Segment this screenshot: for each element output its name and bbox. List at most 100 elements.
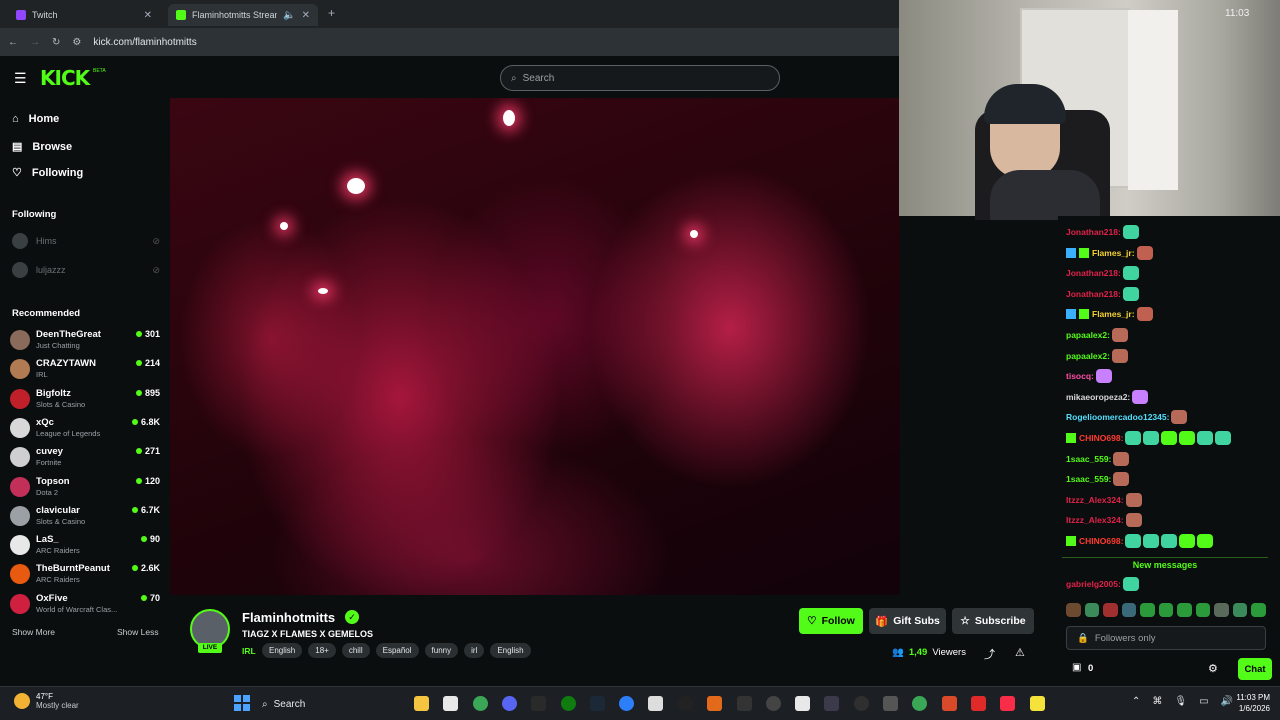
network-icon[interactable]: ⌘: [1152, 696, 1162, 707]
send-chat-button[interactable]: Chat: [1238, 658, 1272, 680]
following-item[interactable]: Hims ⊘: [12, 233, 160, 249]
channel-name[interactable]: Flaminhotmitts: [242, 610, 335, 625]
emote-icon[interactable]: [1084, 603, 1100, 617]
stream-tag[interactable]: English: [262, 643, 303, 658]
app-icon[interactable]: [883, 696, 898, 711]
chat-username[interactable]: CHINO698:: [1079, 536, 1123, 546]
chat-username[interactable]: Itzzz_Alex324:: [1066, 495, 1124, 505]
chat-username[interactable]: Flames_jr:: [1092, 309, 1135, 319]
xbox-icon[interactable]: [561, 696, 576, 711]
browser-tab-kick[interactable]: Flaminhotmitts Stream - W 🔈 ✕: [168, 4, 318, 26]
close-tab-icon[interactable]: ✕: [302, 10, 310, 21]
recommended-channel[interactable]: clavicular Slots & Casino 6.7K: [10, 502, 160, 530]
emote-icon[interactable]: [1214, 603, 1229, 617]
recommended-channel[interactable]: xQc League of Legends 6.8K: [10, 414, 160, 442]
chat-username[interactable]: Jonathan218:: [1066, 289, 1121, 299]
weather-widget[interactable]: 47°F Mostly clear: [14, 692, 79, 710]
emote-icon[interactable]: [1232, 603, 1248, 617]
taskbar-clock[interactable]: 11:03 PM 1/6/2026: [1218, 692, 1270, 714]
app-icon[interactable]: [707, 696, 722, 711]
chat-username[interactable]: Itzzz_Alex324:: [1066, 515, 1124, 525]
obs-icon[interactable]: [737, 696, 752, 711]
emote-icon[interactable]: [1121, 603, 1137, 617]
chat-username[interactable]: 1saac_559:: [1066, 454, 1111, 464]
recommended-channel[interactable]: OxFive World of Warcraft Clas... 70: [10, 590, 160, 618]
chat-input[interactable]: 🔒 Followers only: [1066, 626, 1266, 650]
share-icon[interactable]: ⤴: [984, 646, 995, 662]
settings-gear-icon[interactable]: ⚙: [1208, 662, 1218, 675]
chat-username[interactable]: CHINO698:: [1079, 433, 1123, 443]
chat-username[interactable]: Jonathan218:: [1066, 268, 1121, 278]
music-icon[interactable]: [1000, 696, 1015, 711]
url-field[interactable]: kick.com/flaminhotmitts: [93, 37, 196, 48]
stream-tag[interactable]: English: [490, 643, 531, 658]
back-arrow-icon[interactable]: ←: [8, 37, 18, 48]
nav-following[interactable]: ♡ Following: [12, 166, 83, 180]
subscribe-button[interactable]: ☆ Subscribe: [952, 608, 1034, 634]
app-icon[interactable]: [678, 696, 693, 711]
video-player[interactable]: [170, 98, 900, 595]
menu-icon[interactable]: ☰: [14, 70, 27, 87]
recommended-channel[interactable]: TheBurntPeanut ARC Raiders 2.6K: [10, 560, 160, 588]
mute-tab-icon[interactable]: 🔈: [283, 10, 295, 21]
chat-username[interactable]: Rogelioomercadoo12345:: [1066, 412, 1169, 422]
stream-tag[interactable]: irl: [464, 643, 485, 658]
chat-username[interactable]: Jonathan218:: [1066, 227, 1121, 237]
app-icon[interactable]: [971, 696, 986, 711]
following-item[interactable]: luljazzz ⊘: [12, 262, 160, 278]
chat-username[interactable]: tisocq:: [1066, 371, 1094, 381]
show-more-button[interactable]: Show More: [12, 627, 55, 637]
display-icon[interactable]: ▭: [1199, 696, 1208, 707]
new-messages-divider[interactable]: New messages: [1062, 557, 1268, 570]
show-less-button[interactable]: Show Less: [117, 627, 159, 637]
chrome-icon[interactable]: [912, 696, 927, 711]
recommended-channel[interactable]: Bigfoltz Slots & Casino 895: [10, 385, 160, 413]
app-icon[interactable]: [766, 696, 781, 711]
chat-username[interactable]: papaalex2:: [1066, 351, 1110, 361]
chat-username[interactable]: mikaeoropeza2:: [1066, 392, 1130, 402]
emote-icon[interactable]: [1066, 603, 1081, 617]
browser-tab-twitch[interactable]: Twitch ✕: [8, 4, 160, 26]
emote-icon[interactable]: [1158, 603, 1174, 617]
app-icon[interactable]: [795, 696, 810, 711]
file-explorer-icon[interactable]: [414, 696, 429, 711]
store-icon[interactable]: [443, 696, 458, 711]
recommended-channel[interactable]: Topson Dota 2 120: [10, 473, 160, 501]
kick-logo[interactable]: KICK: [40, 66, 90, 90]
stream-tag[interactable]: 18+: [308, 643, 336, 658]
emote-icon[interactable]: [1195, 603, 1211, 617]
app-icon[interactable]: [942, 696, 957, 711]
chat-username[interactable]: 1saac_559:: [1066, 474, 1111, 484]
nav-browse[interactable]: ▤ Browse: [12, 140, 72, 154]
chevron-up-icon[interactable]: ⌃: [1132, 696, 1140, 707]
recommended-channel[interactable]: CRAZYTAWN IRL 214: [10, 355, 160, 383]
app-icon[interactable]: [1030, 696, 1045, 711]
gift-subs-button[interactable]: 🎁 Gift Subs: [869, 608, 946, 634]
chrome-icon[interactable]: [473, 696, 488, 711]
app-icon[interactable]: [824, 696, 839, 711]
chat-username[interactable]: gabrielg2005:: [1066, 579, 1121, 589]
discord-icon[interactable]: [502, 696, 517, 711]
site-info-icon[interactable]: ⚙: [72, 37, 81, 48]
emote-icon[interactable]: [1177, 603, 1192, 617]
points-icon[interactable]: ▣: [1072, 662, 1081, 673]
emote-icon[interactable]: [1103, 603, 1118, 617]
browser-icon[interactable]: [619, 696, 634, 711]
stream-tag[interactable]: chill: [341, 643, 370, 658]
follow-button[interactable]: ♡ Follow: [799, 608, 863, 634]
close-tab-icon[interactable]: ✕: [144, 10, 152, 21]
new-tab-button[interactable]: +: [328, 6, 335, 20]
forward-arrow-icon[interactable]: →: [30, 37, 40, 48]
recommended-channel[interactable]: LaS_ ARC Raiders 90: [10, 531, 160, 559]
chat-username[interactable]: Flames_jr:: [1092, 248, 1135, 258]
steam-icon[interactable]: [590, 696, 605, 711]
emote-icon[interactable]: [1140, 603, 1155, 617]
windows-start-icon[interactable]: [234, 695, 250, 711]
app-icon[interactable]: [854, 696, 869, 711]
taskbar-search[interactable]: ⌕ Search: [262, 694, 402, 714]
chat-username[interactable]: papaalex2:: [1066, 330, 1110, 340]
emote-icon[interactable]: [1251, 603, 1267, 617]
recommended-channel[interactable]: cuvey Fortnite 271: [10, 443, 160, 471]
microphone-icon[interactable]: 🎙: [1174, 696, 1187, 707]
report-icon[interactable]: ⚠: [1015, 646, 1025, 659]
